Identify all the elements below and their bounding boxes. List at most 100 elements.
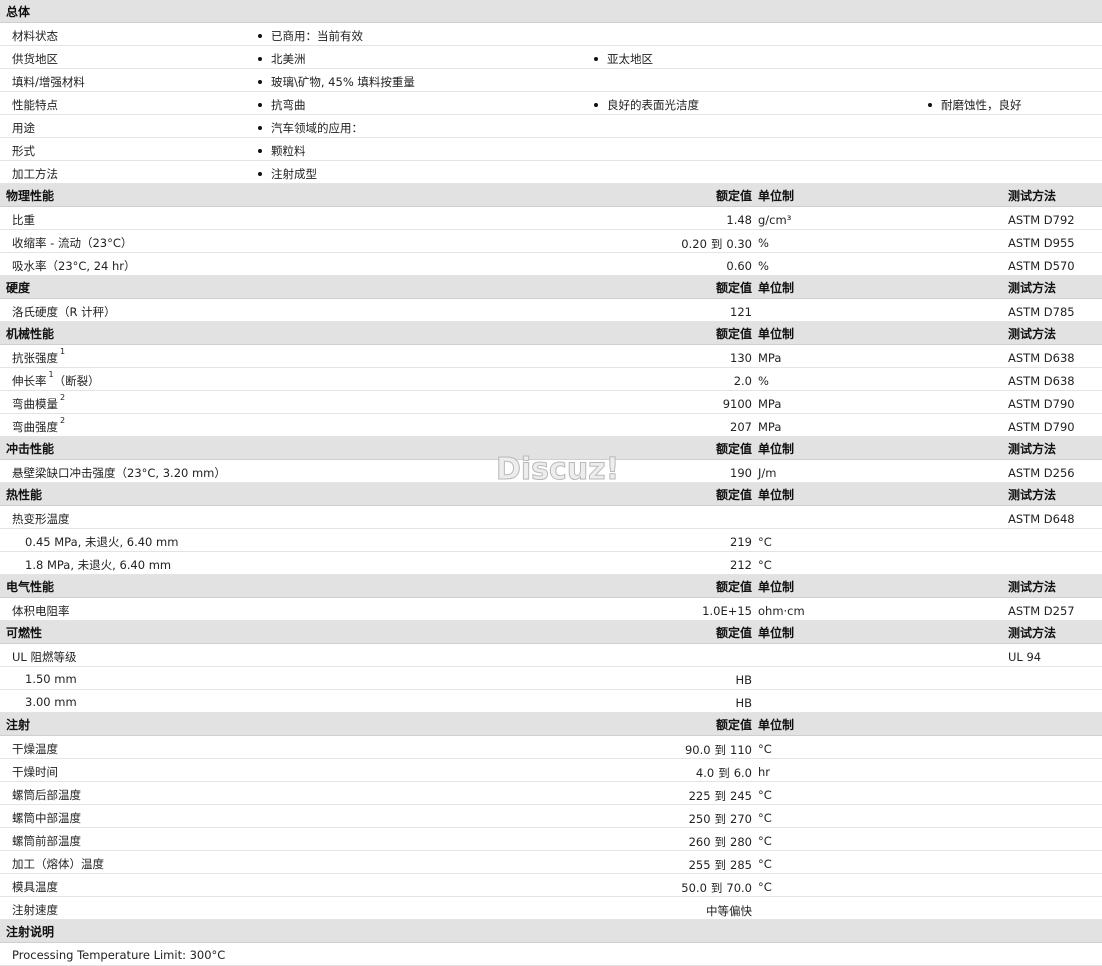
- property-unit: %: [758, 259, 769, 273]
- bullet-icon: [258, 125, 262, 130]
- section-header: 电气性能 额定值 单位制 测试方法: [0, 575, 1102, 598]
- property-row: 1.50 mm HB: [0, 667, 1102, 690]
- property-label: 弯曲模量 2: [12, 393, 65, 412]
- label-text: 抗张强度: [12, 351, 58, 365]
- property-label: 悬壁梁缺口冲击强度（23°C, 3.20 mm）: [12, 465, 226, 481]
- value-min: 0.20: [681, 237, 707, 251]
- property-row: 螺筒中部温度 250 到 270 °C: [0, 805, 1102, 828]
- test-method: ASTM D785: [1008, 305, 1075, 319]
- label-text: 弯曲模量: [12, 397, 58, 411]
- range-separator: 到: [714, 789, 727, 803]
- label-text: 干燥温度: [12, 742, 58, 756]
- header-test-method: 测试方法: [1008, 580, 1057, 594]
- property-value: 212: [730, 558, 752, 572]
- property-unit: MPa: [758, 420, 782, 434]
- row-label: 用途: [12, 121, 35, 135]
- test-method: ASTM D570: [1008, 259, 1075, 273]
- label-text: UL 阻燃等级: [12, 650, 77, 664]
- section-title: 机械性能: [6, 327, 55, 341]
- label-text: 收缩率 - 流动（23°C）: [12, 236, 133, 250]
- property-unit: °C: [758, 811, 772, 825]
- value-min: 219: [730, 535, 752, 549]
- property-row: 注射速度 中等偏快: [0, 897, 1102, 920]
- value-min: 90.0: [684, 743, 711, 757]
- general-section: 总体 材料状态 已商用：当前有效 供货地区 北美洲 亚太地区 填料/增强材料 玻璃\矿物, …: [0, 0, 1102, 184]
- test-method: ASTM D638: [1008, 374, 1075, 388]
- section-header-general: 总体: [0, 0, 1102, 23]
- value-min: 121: [730, 305, 752, 319]
- bullet-item: 颗粒料: [258, 143, 306, 159]
- property-unit: °C: [758, 535, 772, 549]
- property-label: 吸水率（23°C, 24 hr）: [12, 258, 136, 274]
- property-value: 9100: [723, 397, 752, 411]
- property-value: 225 到 245: [689, 788, 752, 804]
- section-title: 硬度: [6, 281, 31, 295]
- header-test-method: 测试方法: [1008, 626, 1057, 640]
- property-label: 螺筒中部温度: [12, 810, 81, 826]
- property-label: 加工（熔体）温度: [12, 856, 104, 872]
- label-text: 螺筒中部温度: [12, 811, 81, 825]
- property-row: 热变形温度 ASTM D648: [0, 506, 1102, 529]
- label-suffix: （断裂）: [53, 374, 100, 388]
- property-row: 吸水率（23°C, 24 hr） 0.60% ASTM D570: [0, 253, 1102, 276]
- property-value: 121: [730, 305, 752, 319]
- property-row: 3.00 mm HB: [0, 690, 1102, 713]
- watermark-logo: Discuz!: [495, 452, 620, 488]
- property-row: 螺筒后部温度 225 到 245 °C: [0, 782, 1102, 805]
- property-value: 255 到 285: [689, 857, 752, 873]
- section-title: 注射说明: [6, 925, 55, 939]
- property-unit: MPa: [758, 397, 782, 411]
- property-label: 0.45 MPa, 未退火, 6.40 mm: [25, 534, 178, 550]
- property-value: HB: [735, 696, 752, 710]
- section-header: 硬度 额定值 单位制 测试方法: [0, 276, 1102, 299]
- property-row: 干燥温度 90.0 到 110 °C: [0, 736, 1102, 759]
- header-test-method: 测试方法: [1008, 442, 1057, 456]
- header-test-method: 测试方法: [1008, 281, 1057, 295]
- label-text: 螺筒后部温度: [12, 788, 81, 802]
- property-value: 190: [730, 466, 752, 480]
- property-label: 3.00 mm: [25, 695, 77, 709]
- label-text: 螺筒前部温度: [12, 834, 81, 848]
- row-label: 供货地区: [12, 52, 58, 66]
- section-header: 注射说明: [0, 920, 1102, 943]
- bullet-icon: [258, 56, 262, 61]
- section-title: 电气性能: [6, 580, 55, 594]
- property-unit: %: [758, 374, 769, 388]
- value-min: 212: [730, 558, 752, 572]
- header-value: 额定值: [715, 626, 752, 640]
- range-separator: 到: [710, 237, 723, 251]
- general-row: 性能特点 抗弯曲 良好的表面光洁度 耐磨蚀性，良好: [0, 92, 1102, 115]
- range-separator: 到: [710, 881, 723, 895]
- value-max: 110: [730, 743, 752, 757]
- value-min: 1.0E+15: [702, 604, 752, 618]
- label-text: Processing Temperature Limit: 300°C: [12, 948, 226, 962]
- property-label: 体积电阻率: [12, 603, 70, 619]
- test-method: ASTM D790: [1008, 397, 1075, 411]
- header-unit: 单位制: [758, 189, 795, 203]
- value-min: 50.0: [681, 881, 707, 895]
- row-label: 填料/增强材料: [12, 75, 85, 89]
- property-unit: %: [758, 236, 769, 250]
- property-row: 螺筒前部温度 260 到 280 °C: [0, 828, 1102, 851]
- row-label: 加工方法: [12, 167, 58, 181]
- label-text: 伸长率: [12, 374, 47, 388]
- label-text: 弯曲强度: [12, 420, 58, 434]
- section-header: 注射 额定值 单位制: [0, 713, 1102, 736]
- header-test-method: 测试方法: [1008, 327, 1057, 341]
- bullet-item: 抗弯曲: [258, 97, 306, 113]
- bullet-item: 亚太地区: [594, 51, 653, 67]
- property-value: 90.0 到 110: [685, 742, 752, 758]
- label-text: 干燥时间: [12, 765, 58, 779]
- bullet-item: 良好的表面光洁度: [594, 97, 699, 113]
- header-value: 额定值: [715, 718, 752, 732]
- property-value: 50.0 到 70.0: [681, 880, 752, 896]
- label-text: 加工（熔体）温度: [12, 857, 104, 871]
- header-unit: 单位制: [758, 442, 795, 456]
- general-row: 供货地区 北美洲 亚太地区: [0, 46, 1102, 69]
- property-value: 0.60: [726, 259, 752, 273]
- property-value: 250 到 270: [689, 811, 752, 827]
- general-row: 形式 颗粒料: [0, 138, 1102, 161]
- property-row: 体积电阻率 1.0E+15 ohm·cm ASTM D257: [0, 598, 1102, 621]
- header-value: 额定值: [715, 281, 752, 295]
- property-label: UL 阻燃等级: [12, 649, 76, 665]
